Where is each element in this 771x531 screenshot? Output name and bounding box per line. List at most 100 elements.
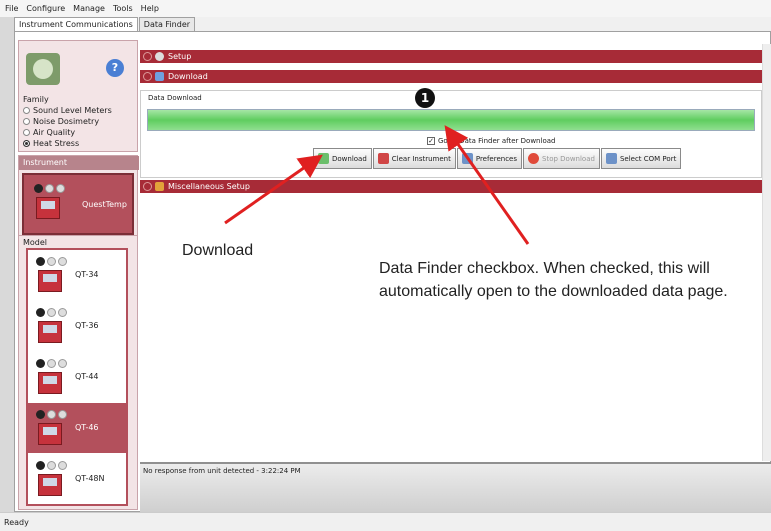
bulb-icon <box>47 308 56 317</box>
radio-noise-dosimetry[interactable]: Noise Dosimetry <box>23 116 112 127</box>
step-marker: 1 <box>415 88 435 108</box>
setup-section-bar[interactable]: Setup <box>140 50 762 63</box>
instrument-card-questtemp[interactable]: QuestTemp <box>22 173 134 235</box>
model-label: QT-36 <box>75 321 99 330</box>
model-label: QT-48N <box>75 474 105 483</box>
misc-setup-section-bar[interactable]: Miscellaneous Setup <box>140 180 762 193</box>
bulb-icon <box>36 359 45 368</box>
radio-air-quality[interactable]: Air Quality <box>23 127 112 138</box>
expand-circle-icon <box>143 72 152 81</box>
bulb-icon <box>58 308 67 317</box>
bulb-icon <box>45 184 54 193</box>
family-box: ? Family Sound Level Meters Noise Dosime… <box>18 40 138 152</box>
radio-dot-icon <box>23 129 30 136</box>
device-screen <box>41 201 55 209</box>
radio-heat-stress[interactable]: Heat Stress <box>23 138 112 149</box>
menu-file[interactable]: File <box>5 4 18 13</box>
model-item-qt-36[interactable]: QT-36 <box>28 301 126 351</box>
clear-x-icon <box>377 153 389 164</box>
radio-dot-icon <box>23 107 30 114</box>
download-callout: Download <box>175 232 321 274</box>
clear-instrument-label: Clear Instrument <box>391 154 451 163</box>
device-screen <box>43 274 57 282</box>
family-label: Family <box>23 95 49 104</box>
status-text: Ready <box>4 518 29 527</box>
download-button-label: Download <box>332 154 367 163</box>
model-item-qt-48n[interactable]: QT-48N <box>28 454 126 504</box>
left-panel: ? Family Sound Level Meters Noise Dosime… <box>18 35 139 510</box>
stop-download-label: Stop Download <box>542 154 595 163</box>
bulb-icon <box>47 359 56 368</box>
data-finder-checkbox-label: Go to Data Finder after Download <box>438 137 556 145</box>
menu-tools[interactable]: Tools <box>113 4 133 13</box>
status-message: No response from unit detected - 3:22:24… <box>143 467 301 475</box>
tab-data-finder[interactable]: Data Finder <box>138 17 196 31</box>
data-finder-callout: Data Finder checkbox. When checked, this… <box>362 244 738 390</box>
download-section-icon <box>155 72 164 81</box>
model-item-qt-34[interactable]: QT-34 <box>28 250 126 300</box>
model-label: QT-44 <box>75 372 99 381</box>
device-screen <box>43 427 57 435</box>
download-button[interactable]: Download <box>313 148 372 169</box>
select-com-port-button[interactable]: Select COM Port <box>600 148 682 169</box>
expand-circle-icon <box>143 182 152 191</box>
bulb-icon <box>36 308 45 317</box>
model-item-qt-44[interactable]: QT-44 <box>28 352 126 402</box>
preferences-button[interactable]: Preferences <box>456 148 523 169</box>
menu-help[interactable]: Help <box>141 4 159 13</box>
message-box: No response from unit detected - 3:22:24… <box>140 462 771 512</box>
device-screen <box>43 478 57 486</box>
download-arrow-icon <box>318 153 329 164</box>
qt-48n-device-icon <box>34 458 70 498</box>
instrument-header: Instrument <box>19 156 139 170</box>
bulb-icon <box>58 359 67 368</box>
tab-strip: Instrument Communications Data Finder <box>14 17 196 31</box>
bulb-icon <box>56 184 65 193</box>
radio-dot-icon <box>23 118 30 125</box>
tab-instrument-communications[interactable]: Instrument Communications <box>14 17 138 31</box>
bulb-icon <box>47 410 56 419</box>
qt-44-device-icon <box>34 356 70 396</box>
qt-34-device-icon <box>34 254 70 294</box>
app-logo-icon <box>26 53 60 85</box>
stop-icon <box>528 153 540 164</box>
progress-fill <box>148 110 754 130</box>
radio-label: Air Quality <box>33 128 76 137</box>
select-com-port-label: Select COM Port <box>619 154 677 163</box>
bulb-icon <box>47 461 56 470</box>
vertical-scrollbar[interactable] <box>762 44 771 461</box>
menu-manage[interactable]: Manage <box>73 4 105 13</box>
bulb-icon <box>34 184 43 193</box>
preferences-label: Preferences <box>475 154 518 163</box>
menu-bar: File Configure Manage Tools Help <box>0 0 771 17</box>
download-label: Download <box>168 72 208 81</box>
bulb-icon <box>58 410 67 419</box>
misc-setup-icon <box>155 182 164 191</box>
questtemp-device-icon <box>32 181 68 221</box>
model-label: QT-34 <box>75 270 99 279</box>
download-panel: Data Download ✓ Go to Data Finder after … <box>140 90 762 178</box>
clear-instrument-button[interactable]: Clear Instrument <box>372 148 456 169</box>
menu-configure[interactable]: Configure <box>26 4 65 13</box>
instrument-name: QuestTemp <box>82 200 127 209</box>
download-section-bar[interactable]: Download <box>140 70 762 83</box>
model-label: QT-46 <box>75 423 99 432</box>
data-download-label: Data Download <box>148 94 202 102</box>
family-radio-group: Sound Level Meters Noise Dosimetry Air Q… <box>23 105 112 149</box>
radio-dot-icon <box>23 140 30 147</box>
bulb-icon <box>36 461 45 470</box>
com-port-icon <box>605 153 617 164</box>
misc-setup-label: Miscellaneous Setup <box>168 182 250 191</box>
device-screen <box>43 376 57 384</box>
radio-sound-level-meters[interactable]: Sound Level Meters <box>23 105 112 116</box>
stop-download-button[interactable]: Stop Download <box>523 148 600 169</box>
download-progress-bar <box>147 109 755 131</box>
device-screen <box>43 325 57 333</box>
help-icon[interactable]: ? <box>106 59 124 77</box>
data-finder-checkbox-row[interactable]: ✓ Go to Data Finder after Download <box>427 137 555 145</box>
model-item-qt-46[interactable]: QT-46 <box>28 403 126 453</box>
data-finder-checkbox[interactable]: ✓ <box>427 137 435 145</box>
radio-label: Heat Stress <box>33 139 80 148</box>
download-button-row: Download Clear Instrument Preferences St… <box>313 148 682 169</box>
bulb-icon <box>36 410 45 419</box>
